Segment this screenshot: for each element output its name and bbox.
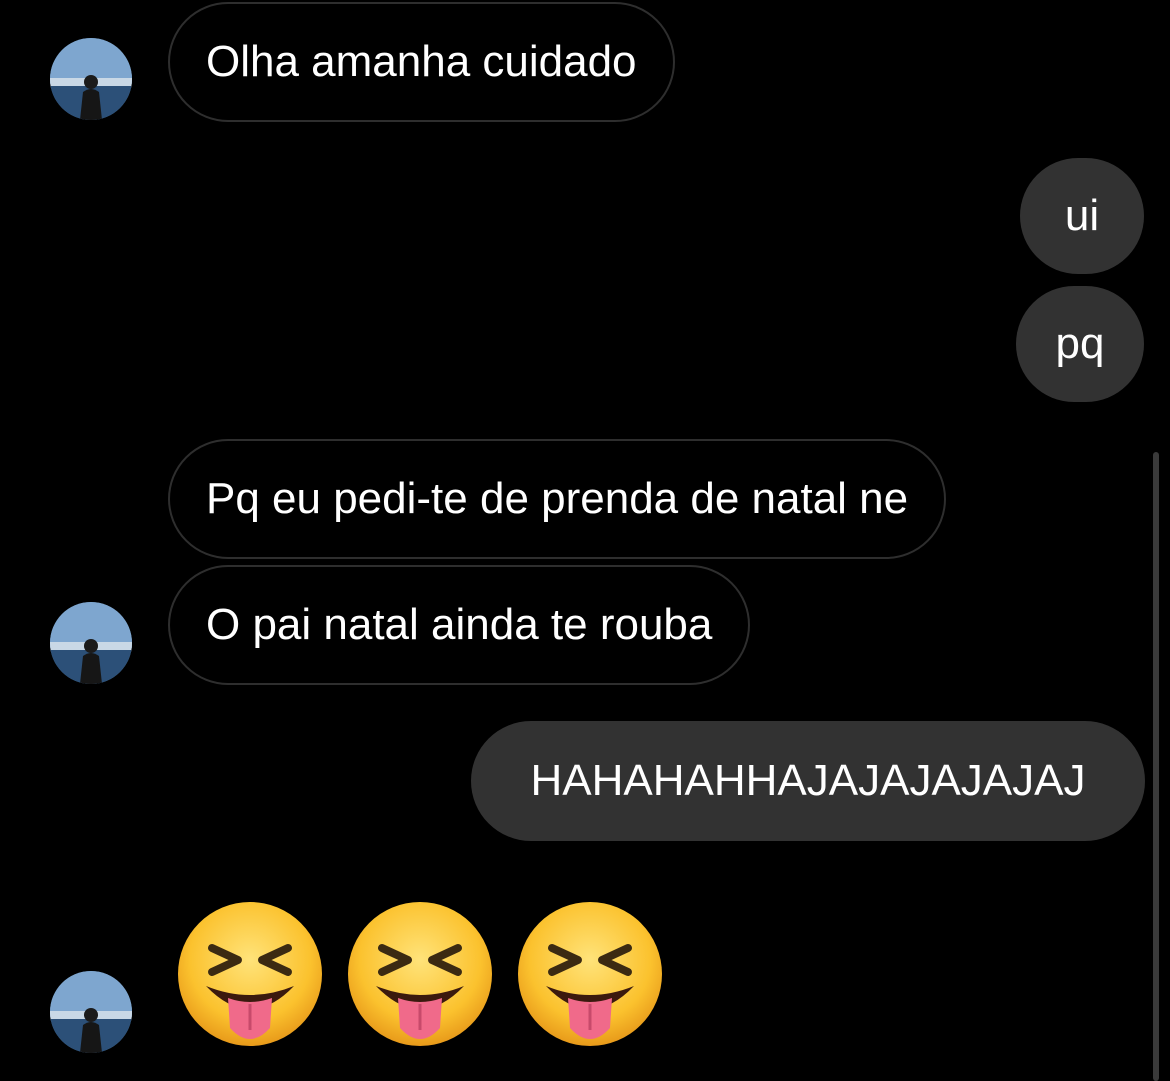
message-text: ui	[1064, 191, 1100, 240]
received-message-bubble[interactable]: O pai natal ainda te rouba	[168, 565, 751, 685]
message-text: pq	[1055, 319, 1105, 368]
message-text: Olha amanha cuidado	[206, 37, 637, 86]
contact-avatar[interactable]	[50, 971, 132, 1053]
contact-avatar[interactable]	[50, 602, 132, 684]
squinting-face-with-tongue-icon	[178, 902, 322, 1046]
message-text: HAHAHAHHAJAJAJAJAJAJ	[530, 756, 1086, 805]
squinting-face-with-tongue-icon	[518, 902, 662, 1046]
contact-avatar[interactable]	[50, 38, 132, 120]
emoji-message[interactable]	[176, 900, 664, 1048]
received-message-bubble[interactable]: Pq eu pedi-te de prenda de natal ne	[168, 439, 947, 559]
sent-message-bubble[interactable]: HAHAHAHHAJAJAJAJAJAJ	[471, 721, 1145, 841]
avatar-photo	[50, 971, 132, 1053]
sent-message-bubble[interactable]: pq	[1016, 286, 1144, 402]
message-text: O pai natal ainda te rouba	[206, 600, 713, 649]
avatar-photo	[50, 38, 132, 120]
message-text: Pq eu pedi-te de prenda de natal ne	[206, 474, 909, 523]
sent-message-bubble[interactable]: ui	[1020, 158, 1144, 274]
avatar-photo	[50, 602, 132, 684]
squinting-face-with-tongue-icon	[348, 902, 492, 1046]
received-message-bubble[interactable]: Olha amanha cuidado	[168, 2, 675, 122]
scrollbar[interactable]	[1153, 452, 1159, 1081]
